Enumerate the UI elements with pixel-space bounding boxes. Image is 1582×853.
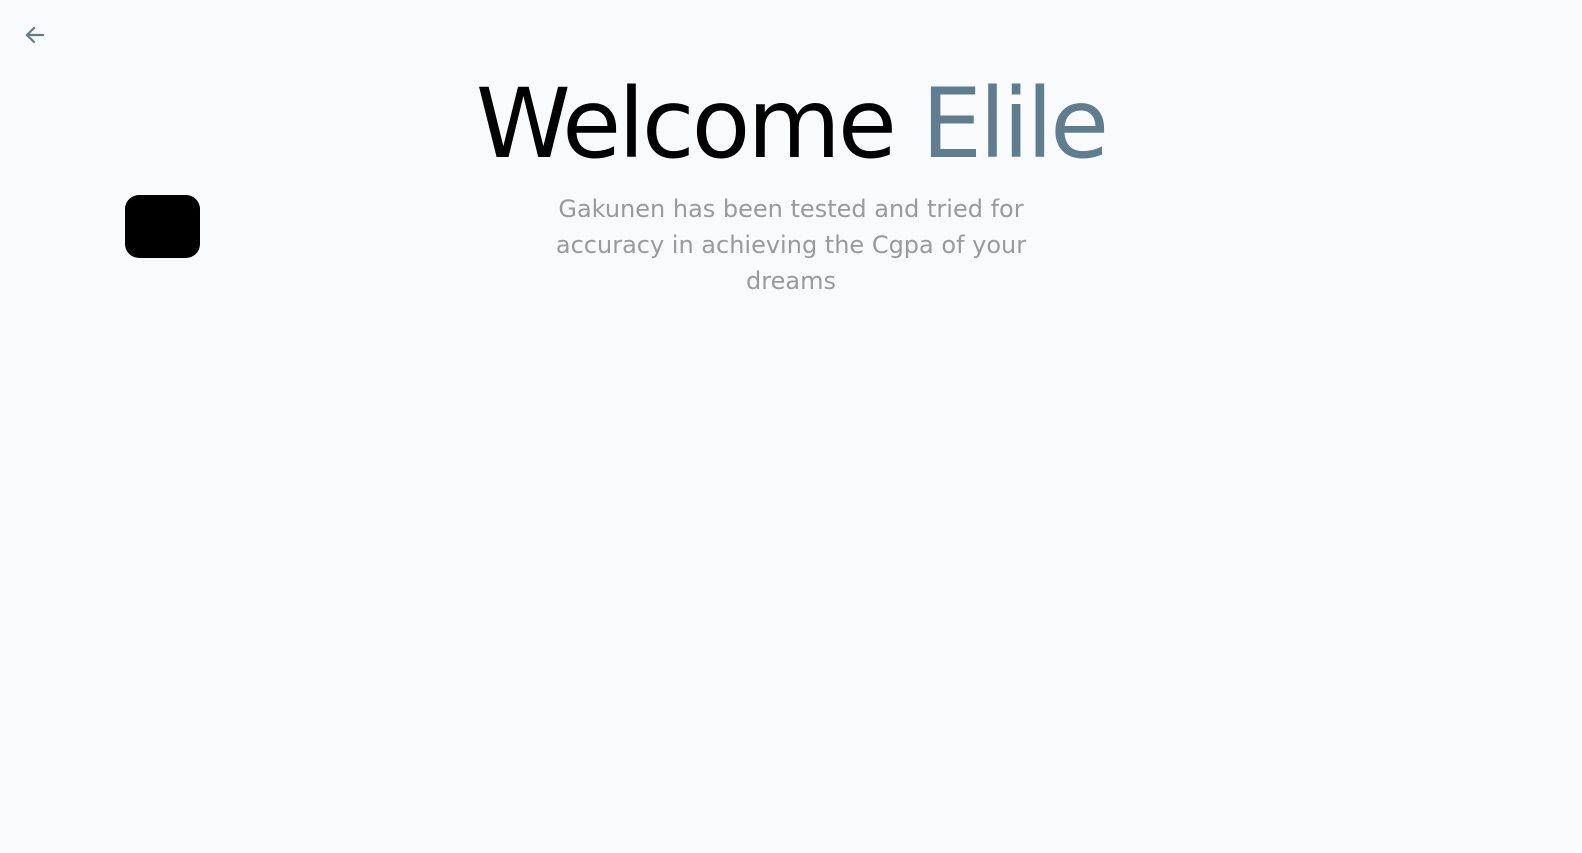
user-name: Elile [921, 68, 1109, 180]
page-title: Welcome Elile [0, 71, 1582, 178]
back-button[interactable] [18, 20, 52, 50]
description-text: Gakunen has been tested and tried for ac… [555, 195, 1027, 295]
welcome-text: Welcome [475, 68, 897, 180]
black-tile [125, 195, 200, 258]
arrow-left-icon [23, 23, 47, 47]
